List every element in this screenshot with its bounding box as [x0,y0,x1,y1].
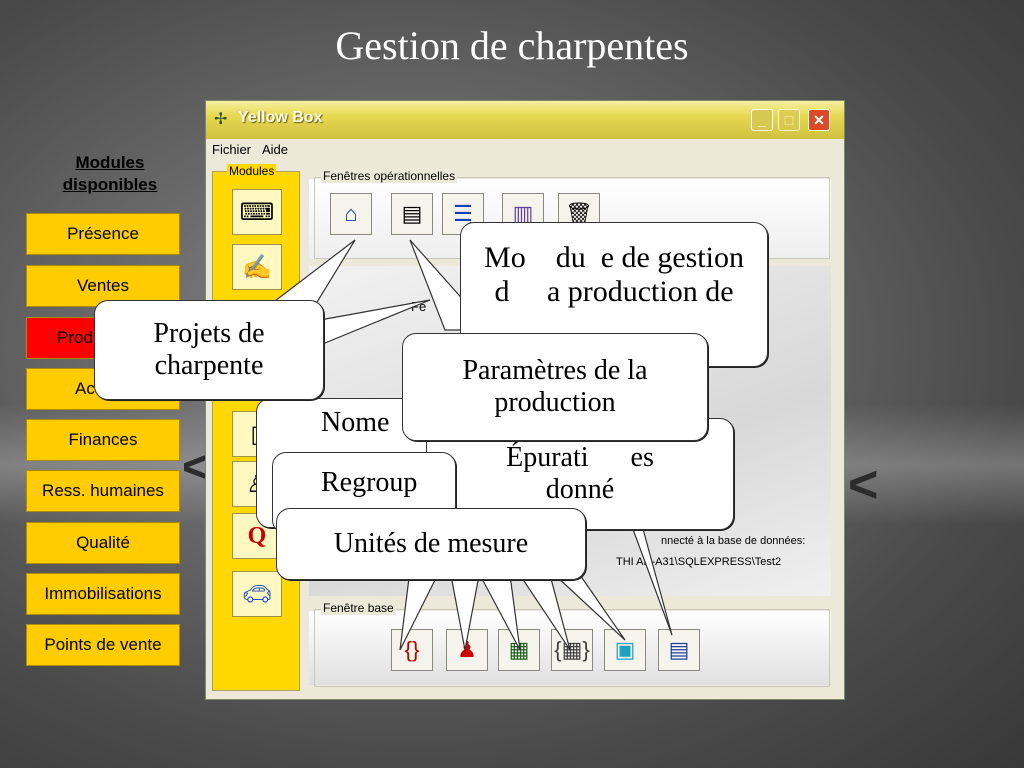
callout-projets-line1: Projets de [153,318,265,349]
callout-module-gestion-line2: d a production de [494,275,734,308]
callout-unites-mesure: Unités de mesure [276,508,586,580]
callout-module-gestion-line1: Mo du e de gestion [484,241,744,274]
callout-regroup-text: Regroup [321,467,418,498]
callout-nome-text: Nome [321,407,390,438]
callout-parametres: Paramètres de la production [402,333,708,441]
callout-projets-charpente: Projets de charpente [94,300,324,400]
callout-projets-line2: charpente [154,350,264,381]
callout-unites-text: Unités de mesure [333,528,529,559]
callout-epuration-line1: Épurati es [506,442,654,473]
callout-parametres-line2: production [494,387,616,418]
callout-parametres-line1: Paramètres de la [462,355,648,386]
callout-epuration-line2: donné [545,474,615,505]
